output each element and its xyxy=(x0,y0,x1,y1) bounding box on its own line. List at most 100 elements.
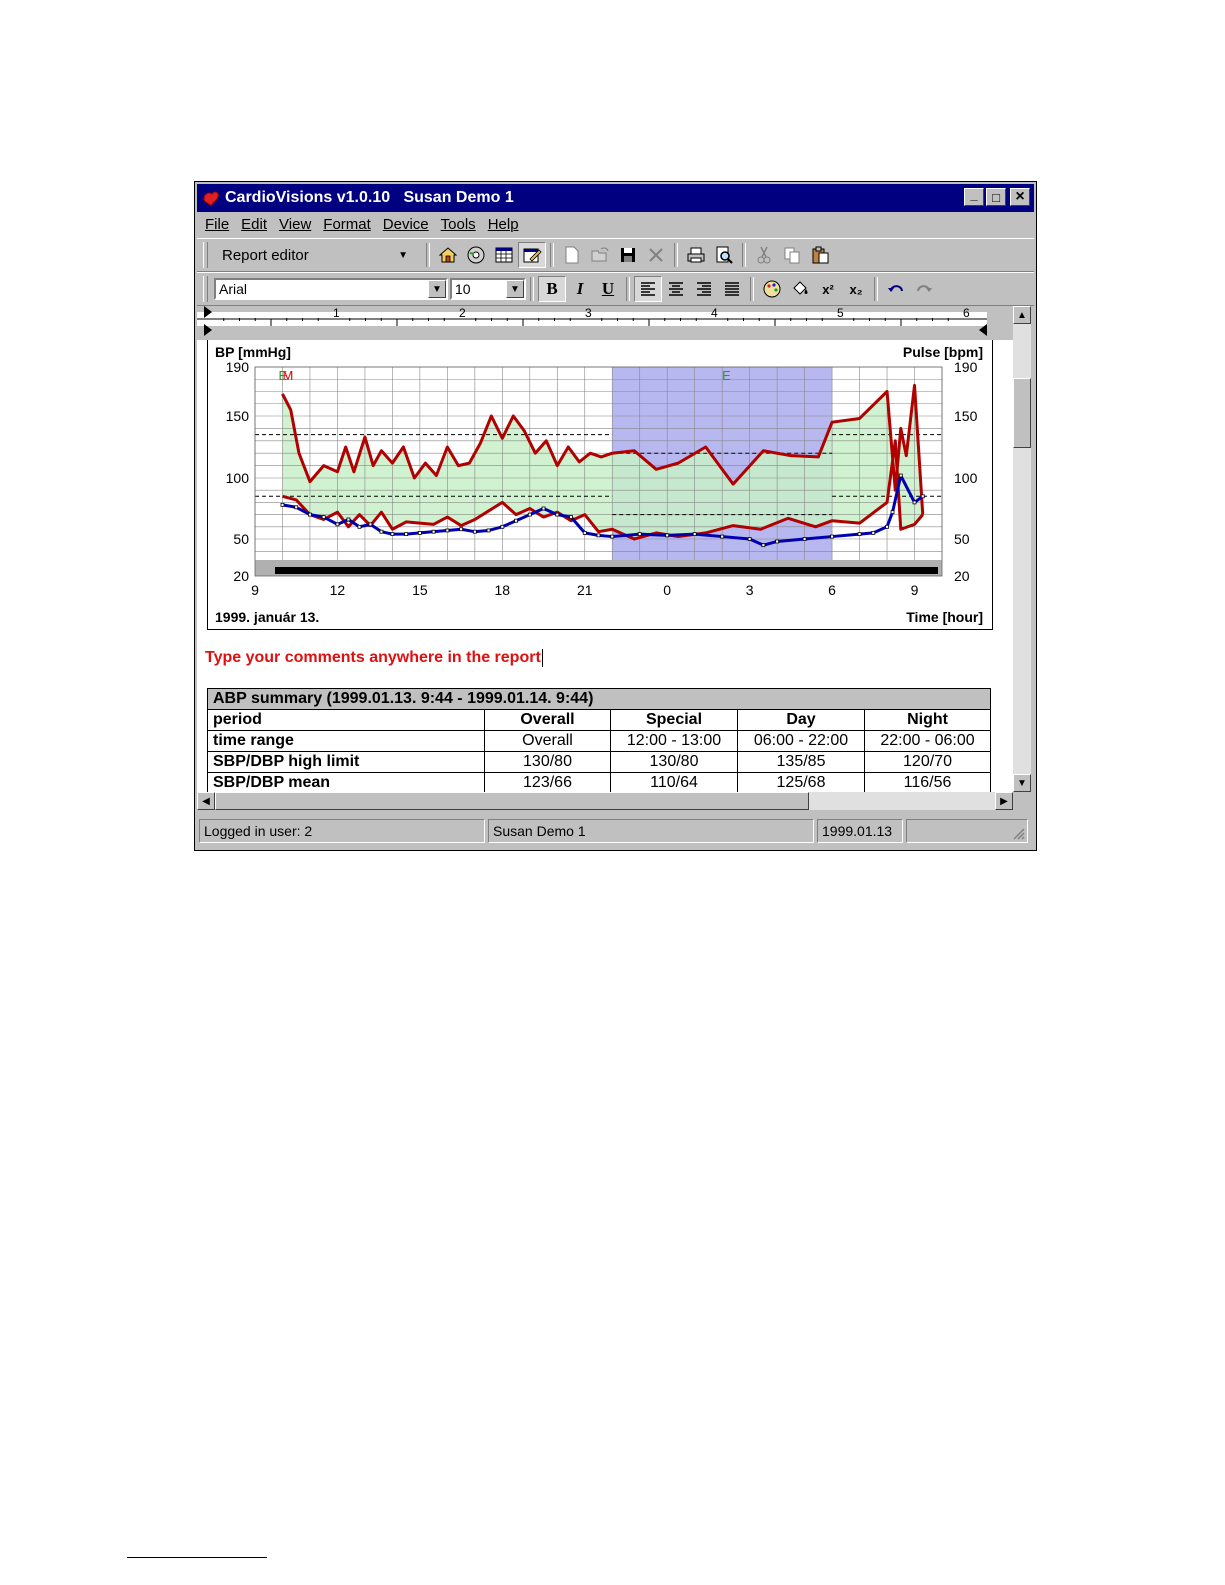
paste-icon[interactable] xyxy=(806,242,834,268)
status-date: 1999.01.13 xyxy=(817,819,903,843)
justify-button[interactable] xyxy=(718,276,746,302)
mode-combo[interactable]: Report editor ▼ xyxy=(214,242,422,268)
maximize-button[interactable]: □ xyxy=(986,188,1006,206)
underline-icon: U xyxy=(601,279,615,298)
delete-icon[interactable] xyxy=(642,242,670,268)
pulse-point xyxy=(445,528,450,533)
pulse-point xyxy=(569,515,573,519)
report-document[interactable]: MEE BP [mmHg] Pulse [bpm] 1999. január 1… xyxy=(197,340,1013,792)
home-icon[interactable] xyxy=(434,242,462,268)
column-header: Overall xyxy=(484,709,611,731)
table-cell: Overall xyxy=(484,730,611,752)
open-icon[interactable] xyxy=(586,242,614,268)
app-logo-icon[interactable] xyxy=(201,188,221,208)
toolbar-separator xyxy=(874,277,878,301)
table-icon[interactable] xyxy=(490,242,518,268)
font-combo[interactable]: Arial ▼ xyxy=(214,278,448,300)
align-center-button[interactable] xyxy=(662,276,690,302)
title-bar[interactable]: CardioVisions v1.0.10 Susan Demo 1 _ □ × xyxy=(197,184,1034,212)
copy-icon[interactable] xyxy=(778,242,806,268)
menu-view[interactable]: View xyxy=(279,216,311,233)
redo-button[interactable] xyxy=(910,276,938,302)
disc-icon[interactable] xyxy=(462,242,490,268)
resize-grip-icon[interactable] xyxy=(1011,826,1025,840)
pulse-point xyxy=(379,529,384,534)
size-combo[interactable]: 10 ▼ xyxy=(450,278,526,300)
toolbar-separator xyxy=(674,243,678,267)
toolbar-grip[interactable] xyxy=(203,242,208,268)
report-icon[interactable] xyxy=(518,242,546,268)
scroll-up-button[interactable]: ▲ xyxy=(1013,306,1031,324)
table-cell: 12:00 - 13:00 xyxy=(610,730,738,752)
pulse-point xyxy=(541,506,546,511)
pulse-point xyxy=(637,532,642,537)
save-icon[interactable] xyxy=(614,242,642,268)
italic-icon: I xyxy=(576,279,584,298)
scroll-down-button[interactable]: ▼ xyxy=(1013,774,1031,792)
pulse-point xyxy=(802,537,807,541)
y-tick-label-right: 20 xyxy=(954,568,970,584)
subscript-button[interactable]: x₂ xyxy=(842,276,870,302)
toolbar-separator xyxy=(550,243,554,267)
minimize-icon: _ xyxy=(970,186,978,202)
horizontal-scroll-thumb[interactable] xyxy=(215,792,809,810)
y-tick-label-left: 190 xyxy=(226,359,250,375)
bold-icon: B xyxy=(546,279,558,298)
window-title: CardioVisions v1.0.10 Susan Demo 1 xyxy=(225,189,514,206)
ruler[interactable]: 1 2 3 4 5 6 xyxy=(197,306,1013,340)
toolbar-grip[interactable] xyxy=(203,276,208,302)
vertical-scrollbar[interactable]: ▲ ▼ xyxy=(1013,306,1031,792)
mode-combo-value: Report editor xyxy=(222,246,309,264)
font-combo-value: Arial xyxy=(219,281,248,297)
status-patient-text: Susan Demo 1 xyxy=(493,823,586,839)
menu-format[interactable]: Format xyxy=(323,216,371,233)
pulse-point xyxy=(357,524,362,529)
table-cell: 110/64 xyxy=(610,772,738,792)
redo-icon xyxy=(917,285,932,292)
print-icon[interactable] xyxy=(682,242,710,268)
pulse-point xyxy=(368,522,373,527)
italic-button[interactable]: I xyxy=(566,276,594,302)
chevron-down-icon[interactable]: ▼ xyxy=(506,280,524,298)
pulse-point xyxy=(431,529,436,534)
minimize-button[interactable]: _ xyxy=(964,188,984,206)
menu-device[interactable]: Device xyxy=(383,216,429,233)
chevron-down-icon[interactable]: ▼ xyxy=(428,280,446,298)
align-right-button[interactable] xyxy=(690,276,718,302)
align-right-icon xyxy=(697,282,711,296)
pulse-point xyxy=(830,534,834,539)
pulse-point xyxy=(294,505,299,510)
pulse-point xyxy=(308,512,312,517)
app-window: CardioVisions v1.0.10 Susan Demo 1 _ □ ×… xyxy=(194,181,1037,851)
status-extra xyxy=(906,819,1028,843)
close-button[interactable]: × xyxy=(1010,188,1030,206)
bold-button[interactable]: B xyxy=(538,276,566,302)
table-cell: 06:00 - 22:00 xyxy=(737,730,865,752)
comment-text[interactable]: Type your comments anywhere in the repor… xyxy=(205,649,543,667)
print-preview-icon[interactable] xyxy=(710,242,738,268)
menu-edit[interactable]: Edit xyxy=(241,216,267,233)
pulse-point xyxy=(346,517,351,522)
align-left-button[interactable] xyxy=(634,276,662,302)
superscript-button[interactable]: x² xyxy=(814,276,842,302)
scroll-left-button[interactable]: ◀ xyxy=(197,792,215,810)
table-header-row: period Overall Special Day Night xyxy=(207,709,991,731)
menu-tools[interactable]: Tools xyxy=(441,216,476,233)
x-tick-label: 15 xyxy=(412,582,428,598)
new-icon[interactable] xyxy=(558,242,586,268)
pulse-point xyxy=(390,532,395,537)
pulse-point xyxy=(486,528,491,533)
color-palette-button[interactable] xyxy=(758,276,786,302)
ruler-number: 6 xyxy=(963,306,970,320)
fill-color-button[interactable] xyxy=(786,276,814,302)
scroll-right-button[interactable]: ▶ xyxy=(995,792,1013,810)
vertical-scroll-thumb[interactable] xyxy=(1013,378,1031,448)
close-icon: × xyxy=(1015,188,1025,205)
main-toolbar: Report editor ▼ xyxy=(197,238,1034,272)
menu-help[interactable]: Help xyxy=(488,216,519,233)
cut-icon[interactable] xyxy=(750,242,778,268)
underline-button[interactable]: U xyxy=(594,276,622,302)
undo-button[interactable] xyxy=(882,276,910,302)
menu-file[interactable]: File xyxy=(205,216,229,233)
horizontal-scrollbar[interactable]: ◀ ▶ xyxy=(197,792,1013,810)
